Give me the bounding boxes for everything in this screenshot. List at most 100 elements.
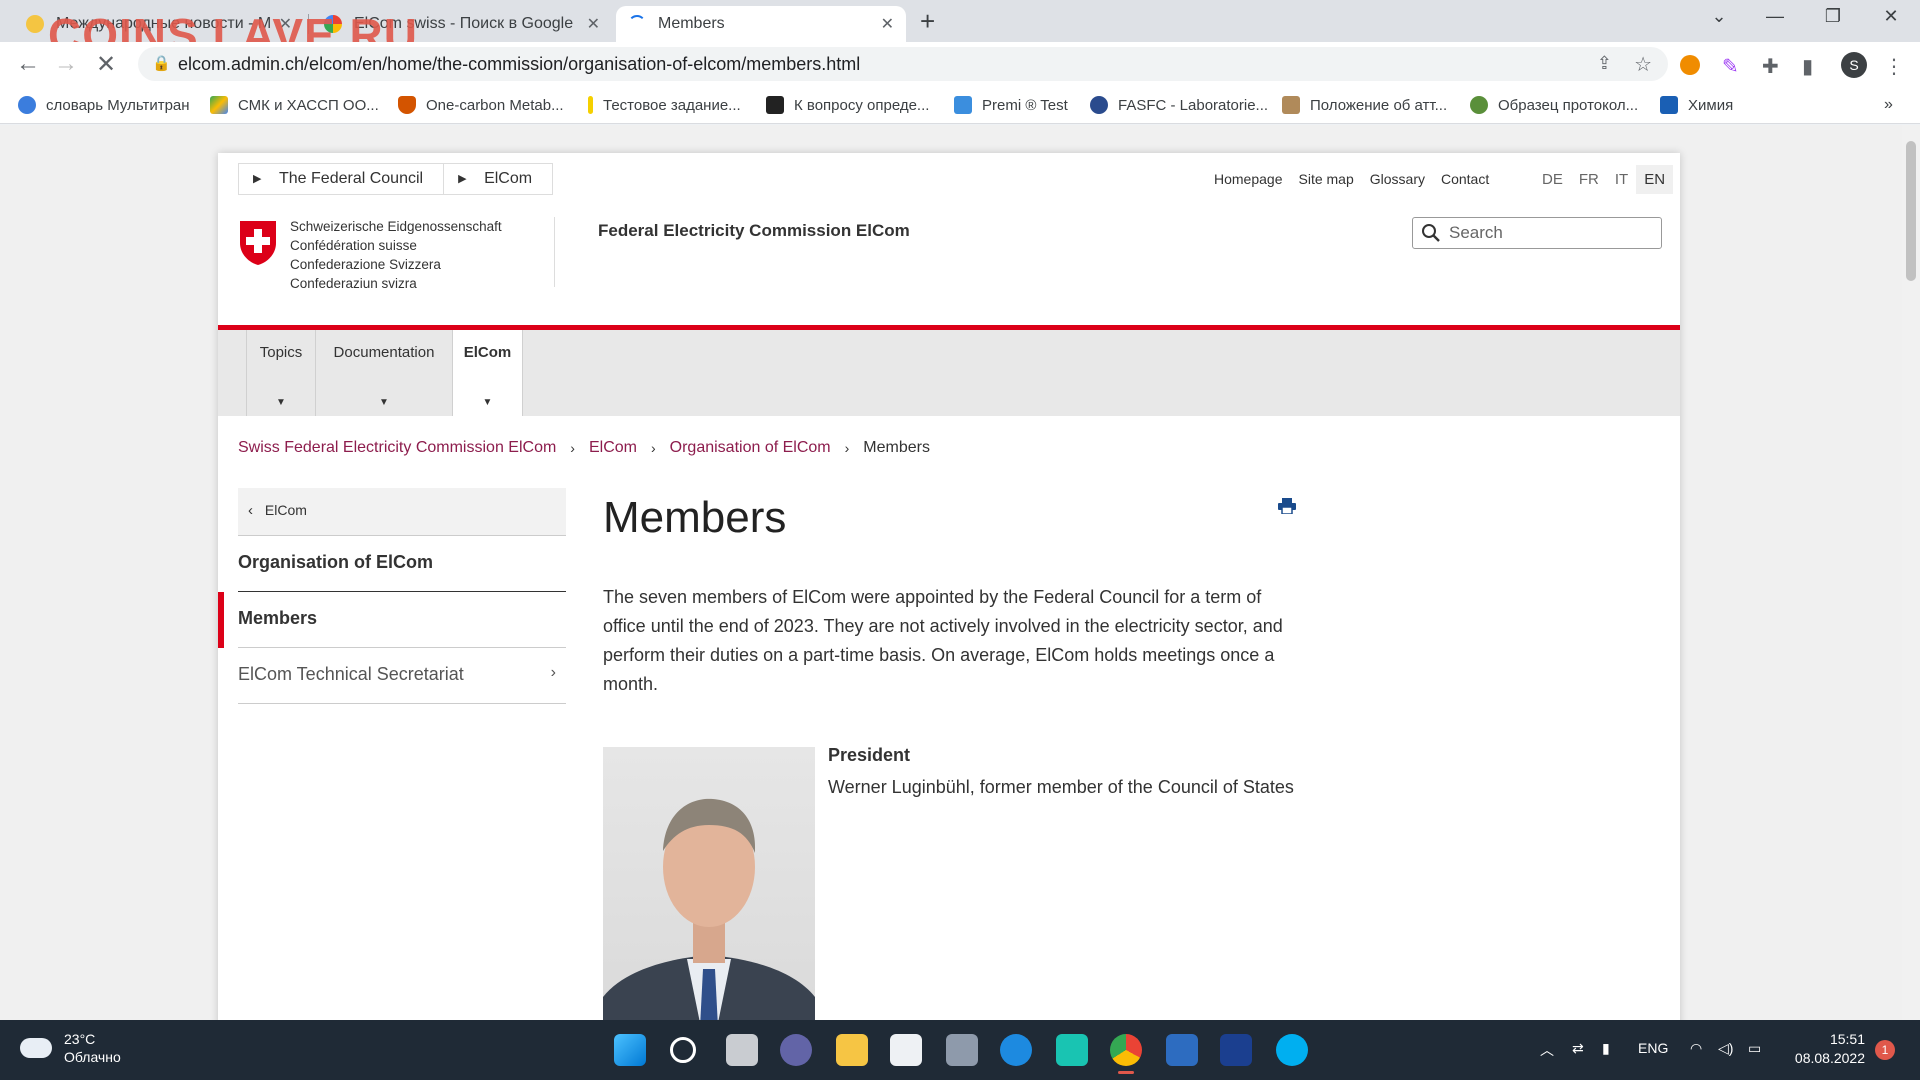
sidenav-item-label: Members	[238, 608, 318, 628]
sidenav-item-members[interactable]: Members	[218, 592, 566, 648]
search-field[interactable]	[1412, 217, 1662, 249]
browser-tab-members[interactable]: Members ✕	[616, 6, 906, 42]
battery-icon[interactable]: ▭	[1748, 1040, 1761, 1057]
bookmark-item[interactable]: One-carbon Metab...	[398, 96, 564, 114]
nav-label: Topics	[259, 344, 303, 361]
minimize-icon[interactable]: —	[1752, 6, 1798, 27]
share-icon[interactable]: ⇪	[1597, 53, 1612, 74]
bookmark-item[interactable]: СМК и ХАССП ОО...	[210, 96, 379, 114]
swiss-coat-of-arms-icon[interactable]	[238, 219, 278, 267]
bookmark-label: Химия	[1688, 96, 1734, 114]
caret-down-icon: ▼	[482, 397, 493, 408]
url-text[interactable]: elcom.admin.ch/elcom/en/home/the-commiss…	[178, 54, 860, 75]
breadcrumb-elcom-link[interactable]: ElCom	[589, 439, 637, 457]
start-windows-icon[interactable]	[614, 1034, 646, 1066]
bookmark-label: К вопросу опреде...	[794, 96, 930, 114]
puzzle-extensions-icon[interactable]: ✚	[1762, 54, 1779, 79]
bookmark-item[interactable]: Premi ® Test	[954, 96, 1068, 114]
new-tab-plus-icon[interactable]: +	[920, 6, 935, 37]
calculator-icon[interactable]	[946, 1034, 978, 1066]
more-bookmarks-icon[interactable]: »	[1884, 96, 1893, 114]
bookmark-label: One-carbon Metab...	[426, 96, 564, 114]
sidenav-item-technical-secretariat[interactable]: ElCom Technical Secretariat ›	[238, 648, 566, 704]
contact-link[interactable]: Contact	[1441, 171, 1489, 187]
input-language[interactable]: ENG	[1638, 1040, 1668, 1056]
header-divider	[554, 217, 555, 287]
profile-avatar[interactable]: S	[1841, 52, 1867, 78]
bookmark-item[interactable]: Образец протокол...	[1470, 96, 1638, 114]
restore-icon[interactable]: ❐	[1810, 6, 1856, 27]
green-app-icon[interactable]	[1056, 1034, 1088, 1066]
date: 08.08.2022	[1794, 1050, 1865, 1066]
chrome-icon[interactable]	[1110, 1034, 1142, 1074]
extension-icon[interactable]	[1680, 55, 1700, 75]
bookmark-label: СМК и ХАССП ОО...	[238, 96, 379, 114]
member-name: Werner Luginbühl, former member of the C…	[828, 777, 1294, 797]
window-close-icon[interactable]: ✕	[1868, 6, 1914, 27]
bookmark-item[interactable]: Положение об атт...	[1282, 96, 1447, 114]
main-content: Members	[603, 493, 1303, 543]
notification-badge[interactable]: 1	[1875, 1040, 1895, 1060]
main-navigation: Topics ▼ Documentation ▼ ElCom ▼	[218, 330, 1680, 416]
sidenav-heading[interactable]: Organisation of ElCom	[238, 536, 566, 592]
site-map-link[interactable]: Site map	[1299, 171, 1354, 187]
homepage-link[interactable]: Homepage	[1214, 171, 1283, 187]
address-bar[interactable]: 🔒 elcom.admin.ch/elcom/en/home/the-commi…	[138, 47, 1668, 81]
bookmark-item[interactable]: словарь Мультитран	[18, 96, 190, 114]
breadcrumb-home-link[interactable]: Swiss Federal Electricity Commission ElC…	[238, 439, 556, 457]
bookmark-label: словарь Мультитран	[46, 96, 190, 114]
network-switch-icon[interactable]: ⇄	[1572, 1040, 1584, 1057]
scrollbar-thumb[interactable]	[1906, 141, 1916, 281]
search-input[interactable]	[1449, 222, 1649, 244]
page-scrollbar[interactable]	[1902, 125, 1920, 1020]
kebab-menu-icon[interactable]: ⋮	[1884, 54, 1904, 79]
sidenav-back-link[interactable]: ‹ ElCom	[238, 488, 566, 536]
breadcrumb-organisation-link[interactable]: Organisation of ElCom	[670, 439, 831, 457]
elcom-top-link[interactable]: ▶ ElCom	[443, 163, 554, 195]
lang-it[interactable]: IT	[1607, 165, 1636, 194]
nav-topics[interactable]: Topics ▼	[246, 330, 316, 416]
federal-council-link[interactable]: ▶ The Federal Council	[238, 163, 444, 195]
tab-label: Members	[658, 15, 725, 32]
weather-widget[interactable]: 23°C Облачно	[20, 1030, 121, 1066]
side-panel-icon[interactable]: ▮	[1802, 54, 1813, 79]
system-clock[interactable]: 15:51 08.08.2022	[1785, 1030, 1865, 1068]
skype-icon[interactable]	[1276, 1034, 1308, 1066]
search-taskbar-icon[interactable]	[670, 1037, 696, 1063]
tray-expand-icon[interactable]: ︿	[1540, 1040, 1554, 1060]
teams-chat-icon[interactable]	[780, 1034, 812, 1066]
media-player-icon[interactable]	[1166, 1034, 1198, 1066]
stop-loading-icon[interactable]: ✕	[96, 50, 116, 79]
volume-icon[interactable]: ◁)	[1718, 1040, 1733, 1057]
lang-fr[interactable]: FR	[1571, 165, 1607, 194]
glossary-link[interactable]: Glossary	[1370, 171, 1425, 187]
signal-bars-icon[interactable]: ▮	[1602, 1040, 1610, 1057]
bookmark-item[interactable]: К вопросу опреде...	[766, 96, 929, 114]
forward-arrow-icon[interactable]: →	[54, 50, 78, 78]
close-icon[interactable]: ✕	[881, 14, 894, 34]
bookmark-item[interactable]: FASFC - Laboratorie...	[1090, 96, 1268, 114]
task-view-icon[interactable]	[726, 1034, 758, 1066]
bookmark-item[interactable]: Химия	[1660, 96, 1733, 114]
pen-extension-icon[interactable]: ✎	[1722, 54, 1739, 79]
wifi-icon[interactable]: ◠	[1690, 1040, 1702, 1057]
nav-elcom[interactable]: ElCom ▼	[453, 330, 523, 416]
tab-search-chevron-icon[interactable]: ⌄	[1696, 6, 1742, 27]
cloud-icon	[20, 1038, 52, 1058]
lang-de[interactable]: DE	[1534, 165, 1571, 194]
nav-documentation[interactable]: Documentation ▼	[316, 330, 453, 416]
bookmark-star-icon[interactable]: ☆	[1634, 52, 1652, 77]
file-explorer-icon[interactable]	[836, 1034, 868, 1066]
bookmarks-bar: словарь Мультитран СМК и ХАССП ОО... One…	[0, 88, 1920, 124]
bookmark-item[interactable]: Тестовое задание...	[588, 96, 741, 114]
edge-like-app-icon[interactable]	[1000, 1034, 1032, 1066]
name-fr: Confédération suisse	[290, 238, 417, 253]
lang-en[interactable]: EN	[1636, 165, 1674, 194]
bookmark-label: FASFC - Laboratorie...	[1118, 96, 1269, 114]
print-icon[interactable]	[1278, 498, 1296, 514]
back-arrow-icon[interactable]: ←	[16, 50, 40, 78]
close-icon[interactable]: ✕	[587, 14, 600, 34]
mail-app-icon[interactable]	[890, 1034, 922, 1066]
spreadsheet-app-icon[interactable]	[1220, 1034, 1252, 1066]
paw-icon	[766, 96, 784, 114]
